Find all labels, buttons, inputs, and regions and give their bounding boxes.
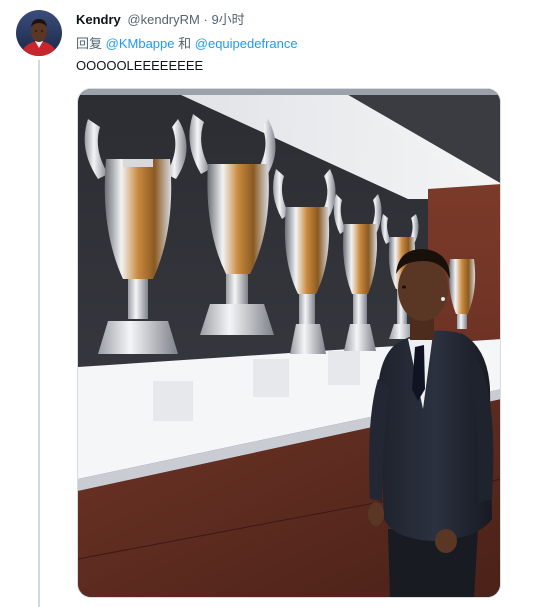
- author-handle[interactable]: @kendryRM: [127, 12, 199, 27]
- tweet-photo[interactable]: [77, 88, 501, 598]
- reply-mention-equipedefrance[interactable]: @equipedefrance: [195, 36, 298, 51]
- header-separator: ·: [203, 12, 208, 27]
- tweet-text: OOOOOLEEEEEEEE: [76, 58, 204, 73]
- reply-prefix: 回复: [76, 36, 103, 51]
- thread-connector-line: [38, 60, 40, 607]
- avatar[interactable]: [16, 10, 62, 56]
- tweet-header: Kendry @kendryRM · 9小时: [76, 11, 245, 28]
- tweet-timestamp[interactable]: 9小时: [211, 12, 244, 27]
- trophy-room-photo: [78, 89, 500, 597]
- avatar-image: [16, 10, 62, 56]
- author-name[interactable]: Kendry: [76, 12, 121, 27]
- reply-to-line: 回复 @KMbappe 和 @equipedefrance: [76, 35, 298, 52]
- reply-mention-kmbappe[interactable]: @KMbappe: [106, 36, 175, 51]
- reply-and: 和: [178, 36, 192, 51]
